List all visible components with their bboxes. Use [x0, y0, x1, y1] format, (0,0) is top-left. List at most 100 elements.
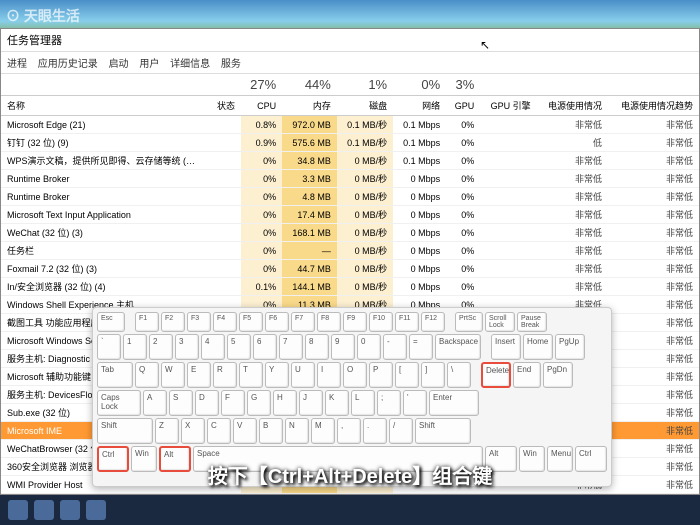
- key-pgup[interactable]: PgUp: [555, 334, 585, 360]
- menu-details[interactable]: 详细信息: [170, 59, 210, 70]
- key-b[interactable]: B: [259, 418, 283, 444]
- key-pgdn[interactable]: PgDn: [543, 362, 573, 388]
- key-k[interactable]: K: [325, 390, 349, 416]
- table-row[interactable]: 钉钉 (32 位) (9)0.9%575.6 MB0.1 MB/秒0.1 Mbp…: [1, 134, 699, 152]
- table-row[interactable]: Microsoft Text Input Application0%17.4 M…: [1, 206, 699, 224]
- key-shift[interactable]: Shift: [97, 418, 153, 444]
- key-6[interactable]: 6: [253, 334, 277, 360]
- key-f4[interactable]: F4: [213, 312, 237, 332]
- key-=[interactable]: =: [409, 334, 433, 360]
- key-5[interactable]: 5: [227, 334, 251, 360]
- key-c[interactable]: C: [207, 418, 231, 444]
- menu-startup[interactable]: 启动: [109, 59, 129, 70]
- key-x[interactable]: X: [181, 418, 205, 444]
- key-h[interactable]: H: [273, 390, 297, 416]
- menu-services[interactable]: 服务: [221, 59, 241, 70]
- key-2[interactable]: 2: [149, 334, 173, 360]
- col-disk[interactable]: 磁盘: [337, 96, 393, 116]
- key-m[interactable]: M: [311, 418, 335, 444]
- key-l[interactable]: L: [351, 390, 375, 416]
- table-row[interactable]: Microsoft Edge (21)0.8%972.0 MB0.1 MB/秒0…: [1, 116, 699, 134]
- col-gpu-engine[interactable]: GPU 引擎: [480, 96, 536, 116]
- key-scroll-lock[interactable]: Scroll Lock: [485, 312, 515, 332]
- key-e[interactable]: E: [187, 362, 211, 388]
- key-3[interactable]: 3: [175, 334, 199, 360]
- key-j[interactable]: J: [299, 390, 323, 416]
- key-f9[interactable]: F9: [343, 312, 367, 332]
- table-row[interactable]: Foxmail 7.2 (32 位) (3)0%44.7 MB0 MB/秒0 M…: [1, 260, 699, 278]
- key-9[interactable]: 9: [331, 334, 355, 360]
- col-power-trend[interactable]: 电源使用情况趋势: [608, 96, 699, 116]
- key-t[interactable]: T: [239, 362, 263, 388]
- key-f8[interactable]: F8: [317, 312, 341, 332]
- key-f2[interactable]: F2: [161, 312, 185, 332]
- key-win[interactable]: Win: [131, 446, 157, 472]
- key-prtsc[interactable]: PrtSc: [455, 312, 483, 332]
- menu-processes[interactable]: 进程: [7, 59, 27, 70]
- key-tab[interactable]: Tab: [97, 362, 133, 388]
- key-\[interactable]: \: [447, 362, 471, 388]
- key-r[interactable]: R: [213, 362, 237, 388]
- key-f1[interactable]: F1: [135, 312, 159, 332]
- col-power[interactable]: 电源使用情况: [537, 96, 608, 116]
- key-n[interactable]: N: [285, 418, 309, 444]
- key-s[interactable]: S: [169, 390, 193, 416]
- key-y[interactable]: Y: [265, 362, 289, 388]
- key-esc[interactable]: Esc: [97, 312, 125, 332]
- table-row[interactable]: Runtime Broker0%3.3 MB0 MB/秒0 Mbps0%非常低非…: [1, 170, 699, 188]
- key-f5[interactable]: F5: [239, 312, 263, 332]
- key-q[interactable]: Q: [135, 362, 159, 388]
- key-z[interactable]: Z: [155, 418, 179, 444]
- key-g[interactable]: G: [247, 390, 271, 416]
- col-mem[interactable]: 内存: [282, 96, 337, 116]
- key-caps-lock[interactable]: Caps Lock: [97, 390, 141, 416]
- table-row[interactable]: In/安全浏览器 (32 位) (4)0.1%144.1 MB0 MB/秒0 M…: [1, 278, 699, 296]
- key-;[interactable]: ;: [377, 390, 401, 416]
- key-.[interactable]: .: [363, 418, 387, 444]
- col-cpu[interactable]: CPU: [241, 96, 282, 116]
- table-row[interactable]: WeChat (32 位) (3)0%168.1 MB0 MB/秒0 Mbps0…: [1, 224, 699, 242]
- key-f11[interactable]: F11: [395, 312, 419, 332]
- key--[interactable]: -: [383, 334, 407, 360]
- key-pause-break[interactable]: Pause Break: [517, 312, 547, 332]
- table-row[interactable]: WPS演示文稿，提供所见即得、云存储等统 (32 位)0%34.8 MB0 MB…: [1, 152, 699, 170]
- key-7[interactable]: 7: [279, 334, 303, 360]
- taskbar-icon[interactable]: [60, 500, 80, 520]
- key-home[interactable]: Home: [523, 334, 553, 360]
- key-win[interactable]: Win: [519, 446, 545, 472]
- key-f12[interactable]: F12: [421, 312, 445, 332]
- key-menu[interactable]: Menu: [547, 446, 573, 472]
- key-backspace[interactable]: Backspace: [435, 334, 481, 360]
- key-f3[interactable]: F3: [187, 312, 211, 332]
- key-i[interactable]: I: [317, 362, 341, 388]
- taskbar-icon[interactable]: [34, 500, 54, 520]
- start-button[interactable]: [8, 500, 28, 520]
- key-[[interactable]: [: [395, 362, 419, 388]
- key-1[interactable]: 1: [123, 334, 147, 360]
- key-p[interactable]: P: [369, 362, 393, 388]
- key-delete[interactable]: Delete: [481, 362, 511, 388]
- key-,[interactable]: ,: [337, 418, 361, 444]
- key-f[interactable]: F: [221, 390, 245, 416]
- key-ctrl[interactable]: Ctrl: [575, 446, 607, 472]
- table-row[interactable]: Runtime Broker0%4.8 MB0 MB/秒0 Mbps0%非常低非…: [1, 188, 699, 206]
- key-shift[interactable]: Shift: [415, 418, 471, 444]
- key-/[interactable]: /: [389, 418, 413, 444]
- key-][interactable]: ]: [421, 362, 445, 388]
- col-status[interactable]: 状态: [201, 96, 241, 116]
- key-alt[interactable]: Alt: [159, 446, 191, 472]
- key-a[interactable]: A: [143, 390, 167, 416]
- key-`[interactable]: `: [97, 334, 121, 360]
- taskbar[interactable]: [0, 495, 700, 525]
- col-net[interactable]: 网络: [393, 96, 446, 116]
- key-enter[interactable]: Enter: [429, 390, 479, 416]
- key-end[interactable]: End: [513, 362, 541, 388]
- key-o[interactable]: O: [343, 362, 367, 388]
- key-0[interactable]: 0: [357, 334, 381, 360]
- key-8[interactable]: 8: [305, 334, 329, 360]
- menu-history[interactable]: 应用历史记录: [38, 59, 98, 70]
- menu-users[interactable]: 用户: [139, 59, 159, 70]
- key-u[interactable]: U: [291, 362, 315, 388]
- key-insert[interactable]: Insert: [491, 334, 521, 360]
- key-w[interactable]: W: [161, 362, 185, 388]
